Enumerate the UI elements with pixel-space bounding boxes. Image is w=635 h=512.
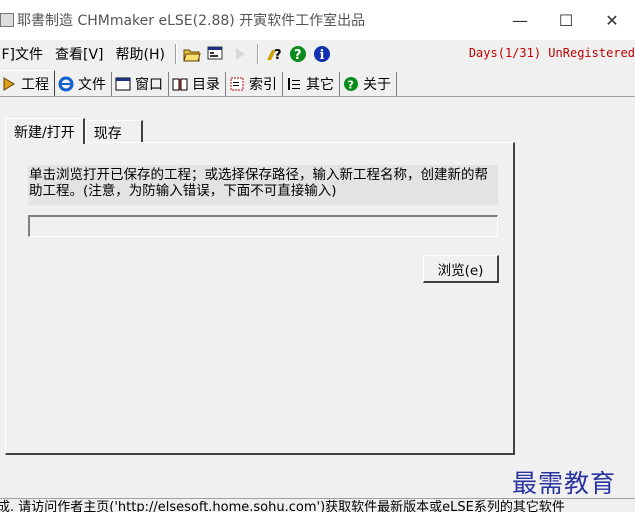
- svg-text:?: ?: [348, 79, 354, 92]
- registration-status: Days(1/31) UnRegistered: [468, 46, 635, 60]
- other-icon: [286, 76, 302, 92]
- project-path-field[interactable]: [28, 215, 498, 237]
- browse-button[interactable]: 浏览(e): [423, 255, 499, 283]
- sub-tab-bar: 新建/打开 现存: [5, 118, 143, 144]
- minimize-button[interactable]: —: [497, 0, 543, 40]
- window-icon: [115, 76, 131, 92]
- tab-label: 工程: [21, 76, 49, 93]
- green-question-icon[interactable]: ?: [287, 43, 309, 65]
- window-controls: — ☐ ✕: [497, 0, 635, 40]
- tab-label: 索引: [249, 77, 277, 93]
- title-bar: 耶書制造 CHMmaker eLSE(2.88) 开寅软件工作室出品 — ☐ ✕: [0, 0, 635, 40]
- tab-window[interactable]: 窗口: [112, 72, 169, 96]
- svg-text:?: ?: [294, 48, 302, 63]
- open-folder-icon[interactable]: [181, 43, 203, 65]
- about-icon: ?: [343, 76, 359, 92]
- tab-label: 其它: [306, 77, 334, 93]
- project-icon: [1, 76, 17, 92]
- view-icon[interactable]: [205, 43, 227, 65]
- tab-about[interactable]: ? 关于: [340, 72, 397, 96]
- ie-file-icon: [58, 76, 74, 92]
- close-button[interactable]: ✕: [589, 0, 635, 40]
- subtab-existing[interactable]: 现存: [84, 120, 143, 144]
- tab-contents[interactable]: 目录: [169, 72, 226, 96]
- tab-other[interactable]: 其它: [283, 72, 340, 96]
- tab-label: 文件: [78, 77, 106, 93]
- new-open-panel: 单击浏览打开已保存的工程；或选择保存路径，输入新工程名称，创建新的帮助工程。(注…: [5, 142, 515, 455]
- tab-label: 关于: [363, 77, 391, 93]
- menu-file[interactable]: [F]文件: [0, 44, 49, 64]
- subtab-new-open[interactable]: 新建/打开: [5, 118, 85, 144]
- menu-view[interactable]: 查看[V]: [49, 44, 110, 64]
- watermark-logo: 最需教育: [512, 469, 617, 498]
- instruction-text: 单击浏览打开已保存的工程；或选择保存路径，输入新工程名称，创建新的帮助工程。(注…: [28, 165, 498, 205]
- menu-help[interactable]: 帮助(H): [110, 44, 171, 64]
- tab-project[interactable]: 工程: [0, 70, 55, 96]
- toolbar-separator: [256, 43, 259, 64]
- window-title: 耶書制造 CHMmaker eLSE(2.88) 开寅软件工作室出品: [17, 13, 366, 29]
- status-bar: 成. 请访问作者主页('http://elsesoft.home.sohu.co…: [0, 498, 635, 512]
- main-tab-bar: 工程 文件 窗口 目录 索引 其它 ? 关于: [0, 70, 635, 97]
- tab-label: 窗口: [135, 77, 163, 93]
- tab-label: 目录: [192, 77, 220, 93]
- info-icon[interactable]: i: [311, 43, 333, 65]
- svg-text:?: ?: [274, 48, 282, 63]
- svg-text:i: i: [319, 48, 324, 63]
- book-icon: [172, 76, 188, 92]
- help-question-icon[interactable]: ?: [263, 43, 285, 65]
- tab-index[interactable]: 索引: [226, 72, 283, 96]
- toolbar-separator: [174, 43, 177, 64]
- tab-file[interactable]: 文件: [55, 72, 112, 96]
- maximize-button[interactable]: ☐: [543, 0, 589, 40]
- project-panel-area: 新建/打开 现存 单击浏览打开已保存的工程；或选择保存路径，输入新工程名称，创建…: [5, 118, 515, 455]
- play-icon[interactable]: [229, 43, 251, 65]
- index-icon: [229, 76, 245, 92]
- app-icon: [0, 13, 14, 27]
- status-message: 成. 请访问作者主页('http://elsesoft.home.sohu.co…: [0, 500, 565, 512]
